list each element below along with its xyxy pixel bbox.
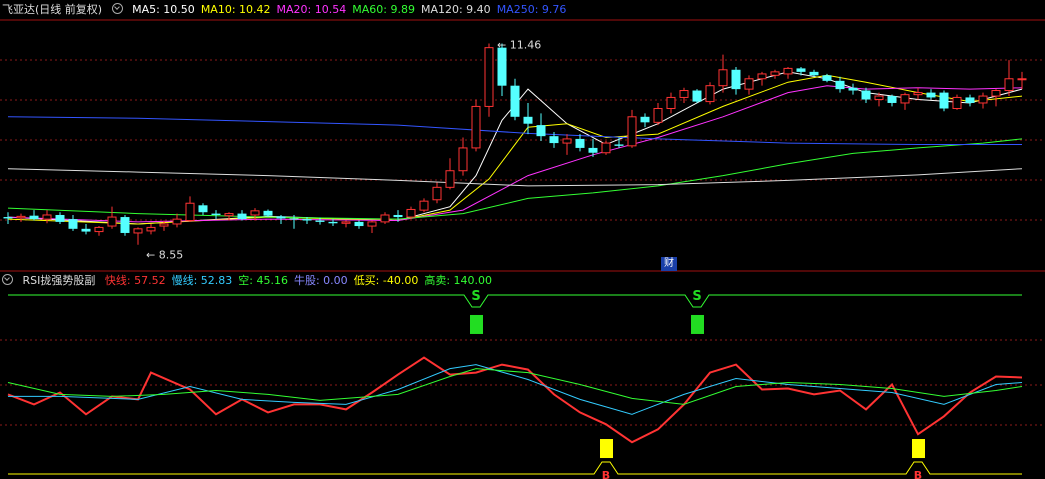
- sell-signal-marker: [470, 314, 483, 334]
- buy-signal-label: B: [602, 469, 610, 479]
- rsi-legend-item: 快线: 57.52: [104, 274, 166, 287]
- ma-legend-item: MA20: 10.54: [276, 3, 347, 16]
- sell-signal-label: S: [692, 289, 701, 304]
- settings-circle-icon[interactable]: [2, 274, 13, 285]
- ma-legend: MA5: 10.50 MA10: 10.42 MA20: 10.54 MA60: 9.…: [132, 3, 572, 16]
- rsi-header: RSI拢强势股副 快线: 57.52 慢线: 52.83 空: 45.16 牛股: 0…: [2, 273, 504, 289]
- ma-legend-item: MA60: 9.89: [352, 3, 415, 16]
- settings-circle-icon[interactable]: [111, 3, 123, 14]
- sell-signal-label: S: [471, 289, 480, 304]
- rsi-legend-item: 低买: -40.00: [353, 274, 419, 287]
- rsi-legend-item: 慢线: 52.83: [171, 274, 233, 287]
- ma-legend-item: MA250: 9.76: [496, 3, 567, 16]
- stock-chart-window: ← 11.46 ← 8.55 SSBB 飞亚达(日线 前复权) MA5: 10.5…: [0, 0, 1045, 479]
- rsi-legend-item: 空: 45.16: [238, 274, 288, 287]
- buy-signal-marker: [600, 439, 613, 459]
- rsi-indicator-panel[interactable]: S S B B: [0, 0, 1045, 479]
- finance-badge[interactable]: 财: [661, 257, 677, 271]
- buy-signal-label: B: [914, 469, 922, 479]
- rsi-line: [7, 368, 1023, 405]
- rsi-legend: 快线: 57.52 慢线: 52.83 空: 45.16 牛股: 0.00 低买: -4…: [105, 274, 498, 287]
- rsi-line: [8, 461, 1022, 475]
- ma-legend-item: MA120: 9.40: [420, 3, 491, 16]
- ma-legend-item: MA10: 10.42: [200, 3, 271, 16]
- price-header: 飞亚达(日线 前复权) MA5: 10.50 MA10: 10.42 MA20: 1…: [2, 2, 578, 18]
- rsi-line: [7, 356, 1023, 444]
- sell-signal-marker: [691, 314, 704, 334]
- buy-signal-marker: [912, 439, 925, 459]
- rsi-title: RSI拢强势股副: [22, 274, 96, 287]
- stock-title: 飞亚达(日线 前复权): [2, 3, 103, 16]
- rsi-line: [8, 294, 1022, 308]
- ma-legend-item: MA5: 10.50: [132, 3, 195, 16]
- rsi-legend-item: 牛股: 0.00: [293, 274, 348, 287]
- rsi-legend-item: 高卖: 140.00: [424, 274, 493, 287]
